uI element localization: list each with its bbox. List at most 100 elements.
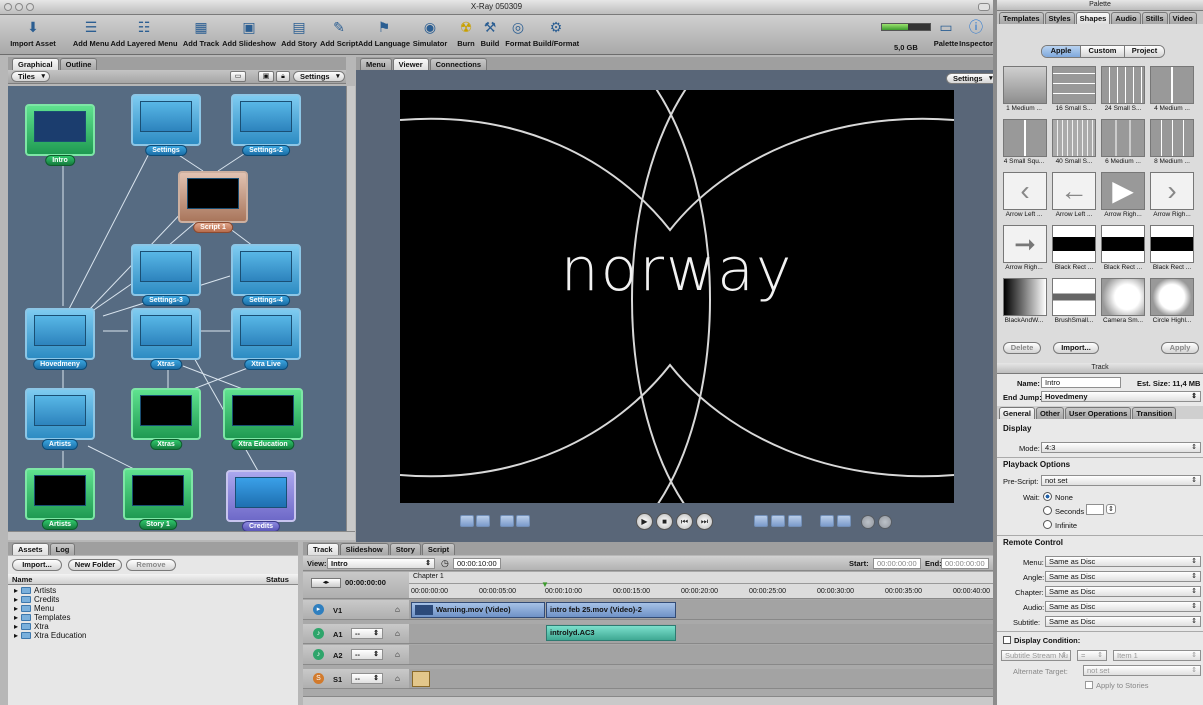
audio-stream-select[interactable]: -- [351, 649, 383, 660]
track-lock-icon[interactable]: ⌂ [395, 629, 400, 638]
shape-thumb[interactable] [1101, 119, 1145, 157]
disclosure-icon[interactable]: ▸ [14, 604, 18, 613]
palette-import-button[interactable]: Import... [1053, 342, 1099, 354]
previous-icon[interactable]: ⏮ [676, 513, 693, 530]
subtitle-stream-select[interactable]: -- [351, 673, 383, 684]
option-b-icon[interactable] [878, 515, 892, 529]
tab-graphical[interactable]: Graphical [12, 58, 59, 70]
safe-area-icon[interactable] [460, 515, 474, 527]
shape-thumb[interactable] [1052, 119, 1096, 157]
graph-node-xtra-live[interactable]: Xtra Live [231, 308, 301, 370]
toolbar-toggle-icon[interactable] [978, 3, 990, 11]
zoom-out-icon[interactable]: ◂▸ [311, 578, 341, 588]
graph-node-xtras-track[interactable]: Xtras [131, 388, 201, 450]
name-field[interactable]: Intro [1041, 377, 1121, 388]
condition-operator-select[interactable]: = [1077, 650, 1107, 661]
start-field[interactable]: 00:00:00:00 [873, 558, 921, 569]
tab-story[interactable]: Story [389, 543, 421, 555]
graph-node-script-1[interactable]: Script 1 [178, 171, 248, 233]
inspector-button[interactable]: ⓘ Inspector [958, 17, 993, 48]
tab-shapes[interactable]: Shapes [1075, 12, 1111, 24]
tab-other[interactable]: Other [1035, 407, 1064, 419]
mode-select[interactable]: 4:3 [1041, 442, 1201, 453]
overlay-b-icon[interactable] [516, 515, 530, 527]
graph-node-story-1[interactable]: Story 1 [123, 468, 193, 530]
lock-icon[interactable]: 🔒︎ [276, 71, 290, 82]
graph-node-intro[interactable]: Intro [25, 104, 95, 166]
arrow-left-icon[interactable]: ← [1052, 172, 1096, 210]
track-lane-v1[interactable]: Warning.mov (Video) intro feb 25.mov (Vi… [409, 600, 993, 620]
list-item[interactable]: ▸ Templates [8, 613, 298, 622]
import-asset-button[interactable]: ⬇ Import Asset [4, 17, 62, 49]
camera-shape-icon[interactable] [1101, 278, 1145, 316]
tab-slideshow[interactable]: Slideshow [339, 543, 389, 555]
graph-icon-b[interactable]: ▣ [258, 71, 274, 82]
tab-connections[interactable]: Connections [429, 58, 488, 70]
tab-assets[interactable]: Assets [12, 543, 49, 555]
timeline-ruler[interactable]: Chapter 1 00:00:00:00 00:00:05:00 00:00:… [409, 572, 993, 599]
alt-target-select[interactable]: not set [1083, 665, 1201, 676]
tab-script[interactable]: Script [421, 543, 456, 555]
shape-thumb[interactable] [1003, 66, 1047, 104]
condition-item-select[interactable]: Item 1 [1113, 650, 1201, 661]
condition-stream-select[interactable]: Subtitle Stream Nu [1001, 650, 1071, 661]
audio-track-icon[interactable]: ♪ [313, 649, 324, 660]
tab-templates[interactable]: Templates [999, 12, 1044, 24]
list-item[interactable]: ▸ Menu [8, 604, 298, 613]
tab-outline[interactable]: Outline [59, 58, 98, 70]
graph-node-settings-2[interactable]: Settings-2 [231, 94, 301, 156]
close-icon[interactable] [4, 3, 12, 11]
graph-node-xtras-menu[interactable]: Xtras [131, 308, 201, 370]
remote-chapter-select[interactable]: Same as Disc [1045, 586, 1201, 597]
black-rect-icon[interactable] [1101, 225, 1145, 263]
minimize-icon[interactable] [15, 3, 23, 11]
tab-audio[interactable]: Audio [1111, 12, 1141, 24]
disclosure-icon[interactable]: ▸ [14, 586, 18, 595]
segment-project[interactable]: Project [1124, 46, 1164, 57]
duration-field[interactable]: 00:00:10:00 [453, 558, 501, 569]
arrow-right-icon[interactable]: ▶ [1101, 172, 1145, 210]
graph-node-artists-track[interactable]: Artists [25, 468, 95, 530]
graph-node-xtra-education[interactable]: Xtra Education [223, 388, 303, 450]
shape-thumb[interactable] [1003, 119, 1047, 157]
track-lane-a1[interactable]: introlyd.AC3 [409, 624, 993, 644]
build-format-button[interactable]: ⚙ Build/Format [530, 17, 582, 49]
segment-apple[interactable]: Apple [1042, 46, 1080, 57]
gradient-shape-icon[interactable] [1003, 278, 1047, 316]
stop-icon[interactable]: ■ [656, 513, 673, 530]
clip-intro[interactable]: intro feb 25.mov (Video)-2 [546, 602, 676, 618]
tab-video[interactable]: Video [1168, 12, 1197, 24]
add-layered-menu-button[interactable]: ☷ Add Layered Menu [110, 17, 177, 49]
remove-button[interactable]: Remove [126, 559, 176, 571]
graph-node-settings-4[interactable]: Settings-4 [231, 244, 301, 306]
option-a-icon[interactable] [861, 515, 875, 529]
track-lane-s1[interactable] [409, 669, 993, 689]
brush-shape-icon[interactable] [1052, 278, 1096, 316]
view-c-icon[interactable] [788, 515, 802, 527]
tab-stills[interactable]: Stills [1141, 12, 1168, 24]
disclosure-icon[interactable]: ▸ [14, 631, 18, 640]
column-status[interactable]: Status [266, 575, 289, 584]
graph-horizontal-scrollbar[interactable] [8, 531, 355, 540]
chapter-marker[interactable]: Chapter 1 [413, 573, 444, 580]
view-d-icon[interactable] [820, 515, 834, 527]
tab-user-operations[interactable]: User Operations [1064, 407, 1132, 419]
tab-general[interactable]: General [999, 407, 1035, 419]
shape-thumb[interactable] [1101, 66, 1145, 104]
audio-stream-select[interactable]: -- [351, 628, 383, 639]
clip-introlyd[interactable]: introlyd.AC3 [546, 625, 676, 641]
zoom-icon[interactable] [26, 3, 34, 11]
tab-menu[interactable]: Menu [360, 58, 392, 70]
video-track-icon[interactable]: ▸ [313, 604, 324, 615]
remote-subtitle-select[interactable]: Same as Disc [1045, 616, 1201, 627]
graph-node-artists-menu[interactable]: Artists [25, 388, 95, 450]
tab-transition[interactable]: Transition [1132, 407, 1177, 419]
disclosure-icon[interactable]: ▸ [14, 622, 18, 631]
view-select[interactable]: Intro [327, 558, 435, 569]
list-item[interactable]: ▸ Xtra Education [8, 631, 298, 640]
graph-node-credits[interactable]: Credits [226, 470, 296, 531]
shape-thumb[interactable] [1150, 66, 1194, 104]
graph-node-settings[interactable]: Settings [131, 94, 201, 156]
list-item[interactable]: ▸ Artists [8, 586, 298, 595]
viewer-settings-popup[interactable]: Settings [946, 73, 993, 84]
